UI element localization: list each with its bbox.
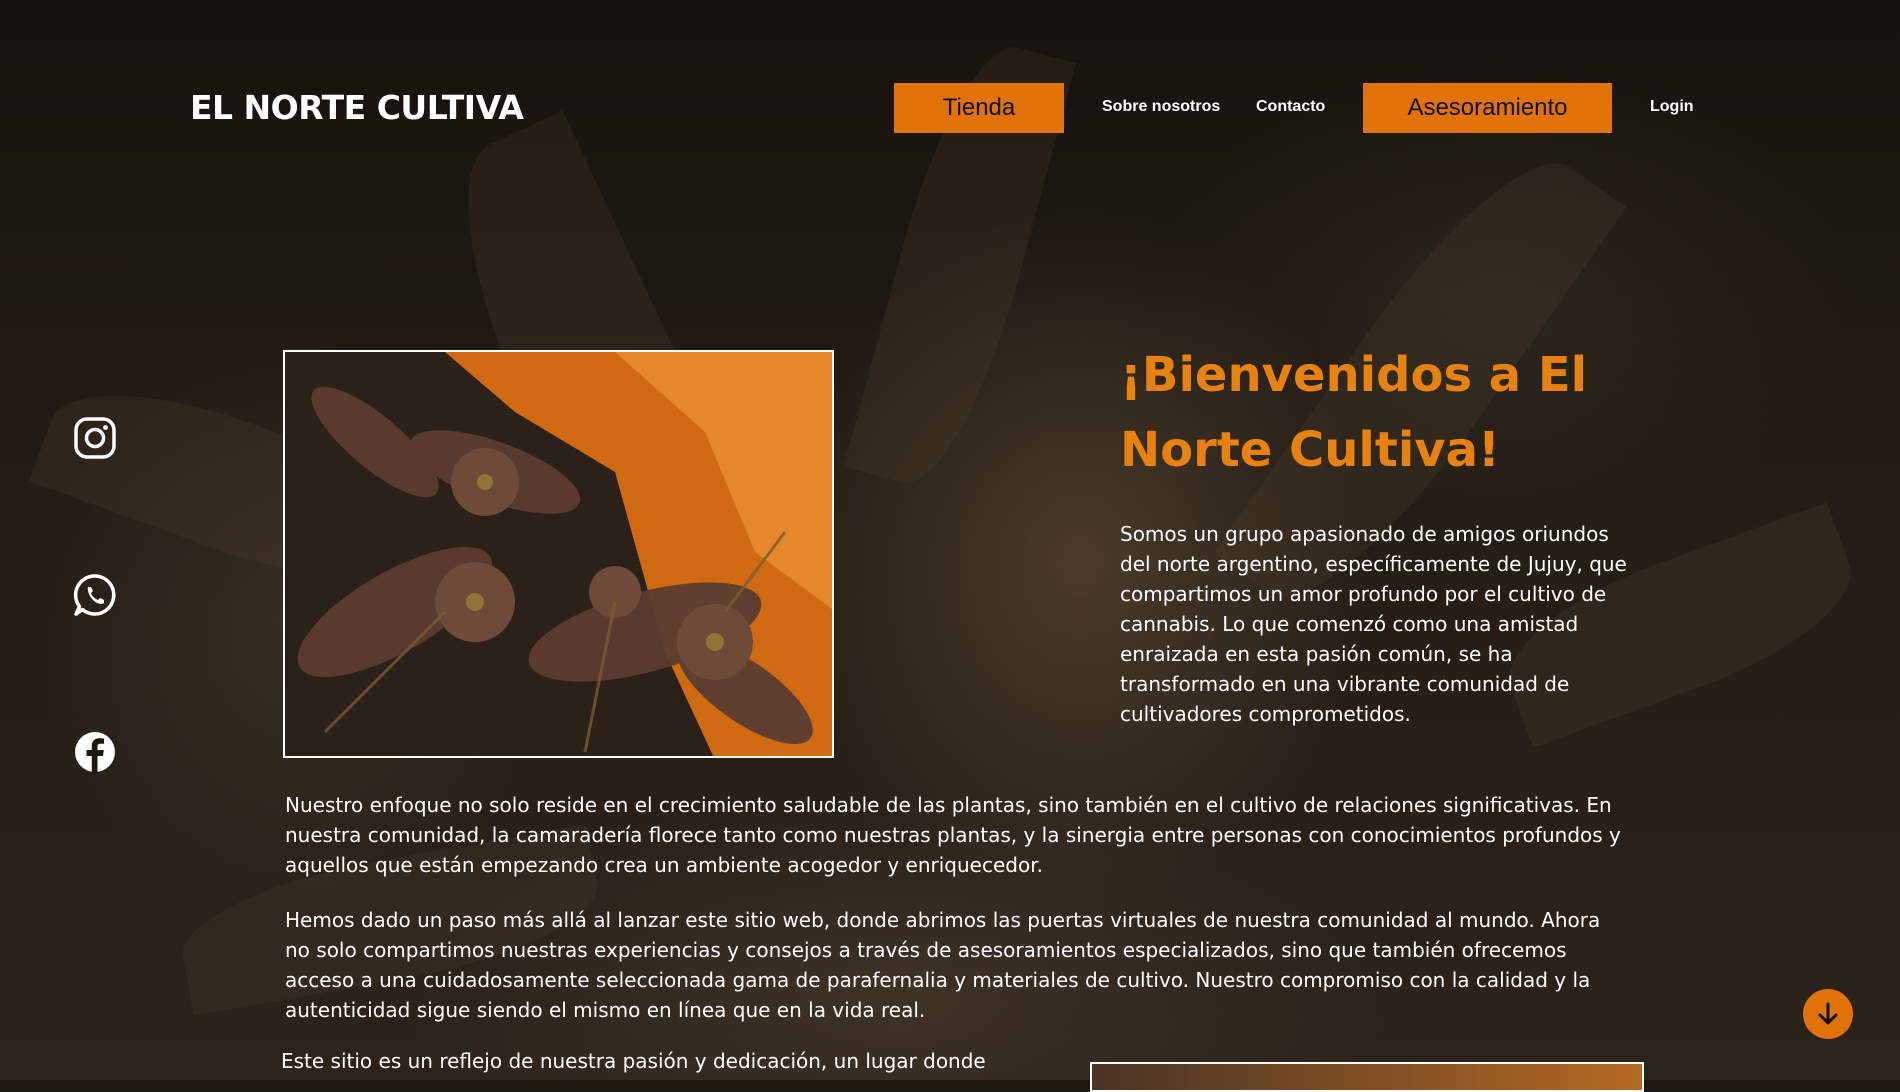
whatsapp-icon[interactable] — [72, 572, 118, 618]
hero-title: ¡Bienvenidos a El Norte Cultiva! — [1120, 347, 1588, 478]
nav-asesoramiento-button[interactable]: Asesoramiento — [1363, 83, 1612, 133]
body-paragraph-1: Nuestro enfoque no solo reside en el cre… — [285, 793, 1621, 877]
site-header: EL NORTE CULTIVA Tienda Sobre nosotros C… — [0, 0, 1900, 200]
arrow-down-icon — [1818, 1002, 1838, 1025]
site-logo[interactable]: EL NORTE CULTIVA — [190, 88, 524, 127]
nav-tienda-button[interactable]: Tienda — [894, 83, 1064, 133]
nav-sobre-nosotros-link[interactable]: Sobre nosotros — [1102, 98, 1220, 116]
scroll-down-button[interactable] — [1803, 989, 1853, 1039]
cannabis-plant-photo — [283, 350, 834, 758]
body-paragraph-2: Hemos dado un paso más allá al lanzar es… — [285, 908, 1601, 1022]
instagram-icon[interactable] — [72, 415, 118, 461]
nav-contacto-link[interactable]: Contacto — [1256, 98, 1325, 116]
body-paragraph-3: Este sitio es un reflejo de nuestra pasi… — [281, 1049, 986, 1073]
hero-intro-text: Somos un grupo apasionado de amigos oriu… — [1120, 522, 1627, 726]
secondary-photo — [1090, 1062, 1644, 1092]
nav-login-link[interactable]: Login — [1650, 98, 1694, 116]
facebook-icon[interactable] — [72, 729, 118, 775]
